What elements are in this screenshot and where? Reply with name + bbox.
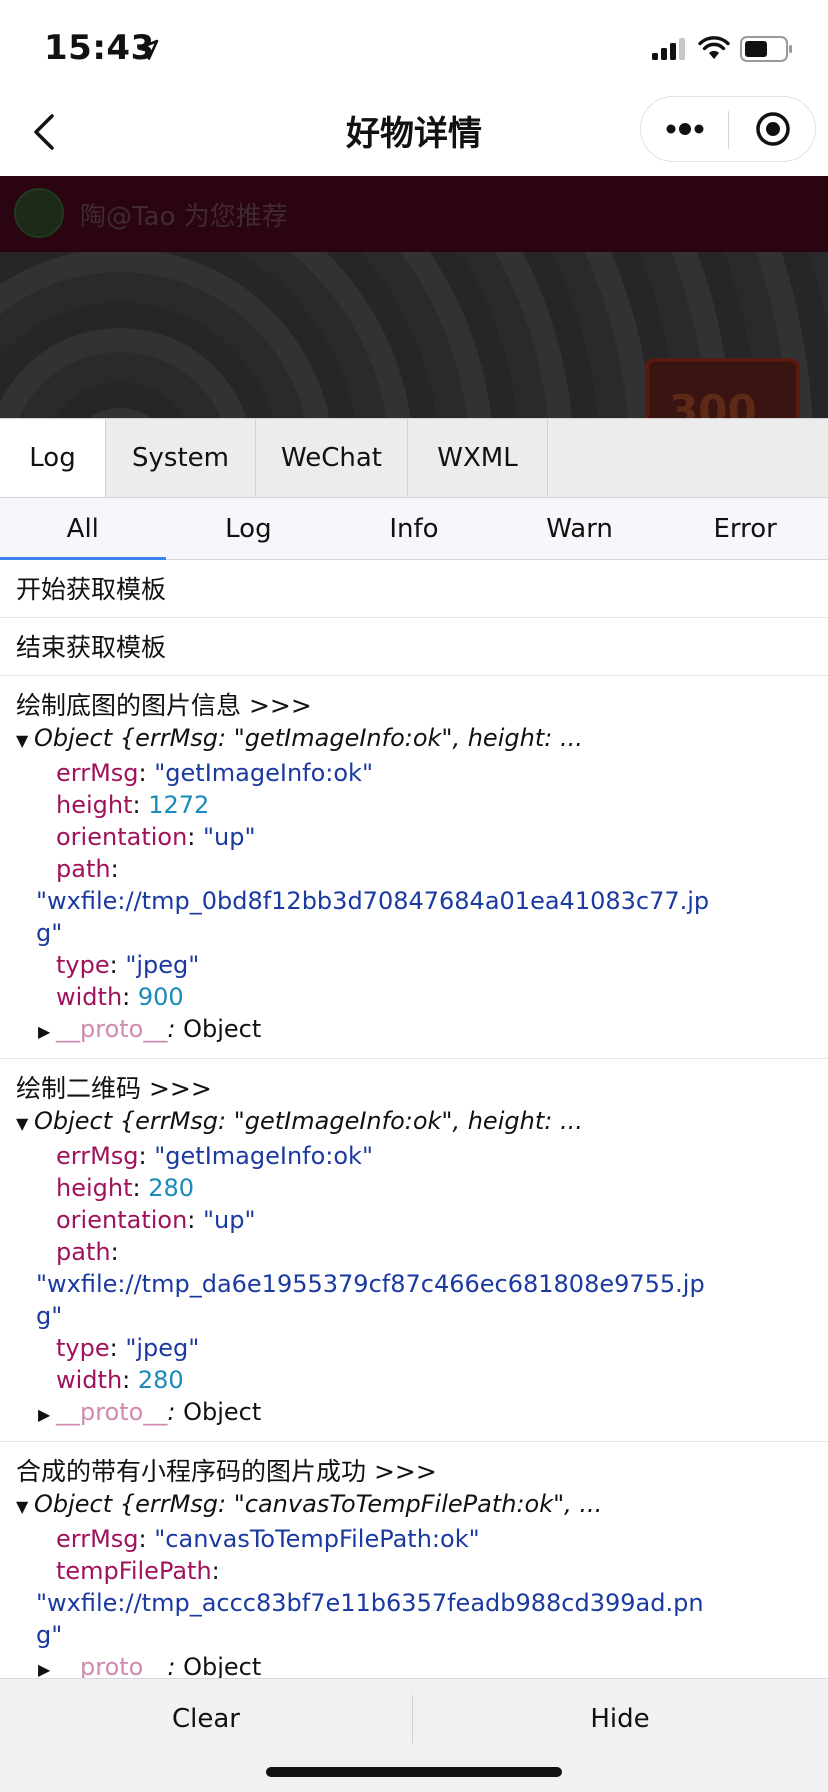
object-property: width: 900: [56, 983, 184, 1011]
log-entry: 绘制底图的图片信息 >>> ▼ Object {errMsg: "getImage…: [0, 676, 828, 1059]
expanded-triangle-icon: ▼: [16, 1114, 29, 1133]
filter-all[interactable]: All: [0, 498, 166, 560]
object-summary: Object {errMsg: "getImageInfo:ok", heigh…: [34, 1107, 583, 1135]
battery-icon: [740, 36, 792, 62]
log-message: 结束获取模板: [16, 633, 167, 662]
close-target-icon[interactable]: [753, 109, 793, 149]
object-property: path:: [56, 855, 119, 883]
tab-wxml[interactable]: WXML: [408, 419, 548, 497]
filter-warn[interactable]: Warn: [497, 498, 663, 559]
object-property: height: 280: [56, 1174, 195, 1202]
debug-bottom-bar: Clear Hide: [0, 1678, 828, 1792]
tab-system[interactable]: System: [106, 419, 256, 497]
location-arrow-icon: [137, 39, 159, 60]
log-message: 合成的带有小程序码的图片成功 >>>: [16, 1457, 437, 1486]
home-indicator[interactable]: [266, 1767, 562, 1777]
hide-button[interactable]: Hide: [414, 1679, 826, 1759]
object-property: type: "jpeg": [56, 951, 200, 979]
log-filter-tabs: All Log Info Warn Error: [0, 498, 828, 560]
proto-toggle[interactable]: ▶ __proto__: Object: [16, 1651, 812, 1678]
cellular-signal-icon: [652, 38, 685, 60]
recommend-bar: 陶@Tao 为您推荐: [0, 176, 828, 252]
filter-log[interactable]: Log: [166, 498, 332, 559]
expanded-triangle-icon: ▼: [16, 731, 29, 750]
wifi-icon: [698, 36, 730, 59]
price-badge-number: 300: [669, 386, 757, 418]
collapsed-triangle-icon: ▶: [38, 1022, 51, 1041]
more-dots-icon[interactable]: [663, 111, 707, 147]
clear-button[interactable]: Clear: [0, 1679, 412, 1759]
object-summary: Object {errMsg: "getImageInfo:ok", heigh…: [34, 724, 583, 752]
tab-wechat[interactable]: WeChat: [256, 419, 408, 497]
filter-error[interactable]: Error: [662, 498, 828, 559]
log-list[interactable]: 开始获取模板 结束获取模板 绘制底图的图片信息 >>> ▼ Object {err…: [0, 560, 828, 1678]
object-summary-toggle[interactable]: ▼ Object {errMsg: "canvasToTempFilePath:o…: [16, 1488, 812, 1523]
path-value: "wxfile://tmp_da6e1955379cf87c466ec68180…: [36, 1270, 705, 1330]
avatar: [14, 188, 64, 238]
log-entry: 开始获取模板: [0, 560, 828, 618]
log-message: 绘制底图的图片信息 >>>: [16, 691, 312, 720]
bottom-divider: [412, 1695, 413, 1743]
object-property: orientation: "up": [56, 1206, 256, 1234]
object-summary-toggle[interactable]: ▼ Object {errMsg: "getImageInfo:ok", heig…: [16, 1105, 812, 1140]
collapsed-triangle-icon: ▶: [38, 1405, 51, 1424]
object-summary: Object {errMsg: "canvasToTempFilePath:ok…: [34, 1490, 603, 1518]
capsule-divider: [728, 111, 729, 149]
object-property: orientation: "up": [56, 823, 256, 851]
collapsed-triangle-icon: ▶: [38, 1660, 51, 1678]
temp-file-path-value: "wxfile://tmp_accc83bf7e11b6357feadb988c…: [36, 1589, 704, 1649]
recommend-text: 陶@Tao 为您推荐: [80, 202, 288, 232]
log-entry: 合成的带有小程序码的图片成功 >>> ▼ Object {errMsg: "can…: [0, 1442, 828, 1678]
log-message: 开始获取模板: [16, 575, 167, 604]
object-summary-toggle[interactable]: ▼ Object {errMsg: "getImageInfo:ok", heig…: [16, 722, 812, 757]
object-property: height: 1272: [56, 791, 210, 819]
object-property: errMsg: "canvasToTempFilePath:ok": [56, 1525, 480, 1553]
log-entry: 绘制二维码 >>> ▼ Object {errMsg: "getImageInfo…: [0, 1059, 828, 1442]
path-value: "wxfile://tmp_0bd8f12bb3d70847684a01ea41…: [36, 887, 710, 947]
object-property: errMsg: "getImageInfo:ok": [56, 759, 373, 787]
log-message: 绘制二维码 >>>: [16, 1074, 212, 1103]
price-badge: 300: [645, 358, 800, 418]
tab-log[interactable]: Log: [0, 419, 106, 497]
mini-program-capsule: [640, 96, 816, 162]
log-entry: 结束获取模板: [0, 618, 828, 676]
nav-bar: 好物详情: [0, 88, 828, 176]
object-property: path:: [56, 1238, 119, 1266]
proto-toggle[interactable]: ▶ __proto__: Object: [16, 1013, 812, 1048]
filter-info[interactable]: Info: [331, 498, 497, 559]
proto-toggle[interactable]: ▶ __proto__: Object: [16, 1396, 812, 1431]
object-property: tempFilePath:: [56, 1557, 220, 1585]
object-property: type: "jpeg": [56, 1334, 200, 1362]
expanded-triangle-icon: ▼: [16, 1497, 29, 1516]
object-property: width: 280: [56, 1366, 184, 1394]
object-property: errMsg: "getImageInfo:ok": [56, 1142, 373, 1170]
status-bar: 15:43: [0, 0, 828, 88]
debug-main-tabs: Log System WeChat WXML: [0, 418, 828, 498]
background-content: 陶@Tao 为您推荐 300: [0, 176, 828, 418]
